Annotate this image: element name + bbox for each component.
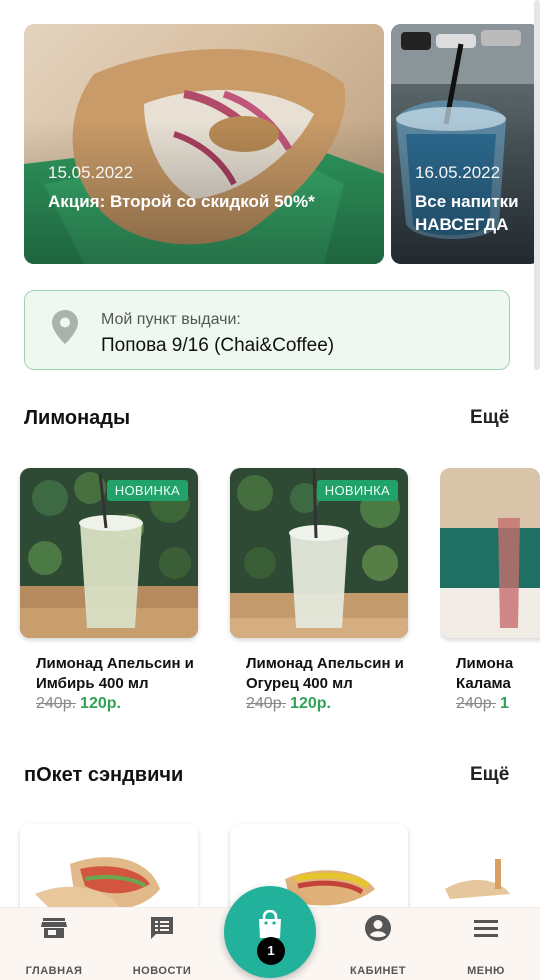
shopping-bag-icon (259, 910, 281, 938)
more-link-pocket-sandwiches[interactable]: Ещё (470, 764, 509, 786)
old-price: 240р. (246, 695, 287, 712)
new-badge: НОВИНКА (106, 480, 188, 501)
product-image: НОВИНКА (20, 468, 198, 638)
menu-icon (474, 920, 498, 937)
main-scroll[interactable]: 15.05.2022 Акция: Второй со скидкой 50%*… (0, 0, 540, 979)
product-name: Лимонад Апельсин и Огурец 400 мл (246, 654, 426, 694)
promo-date: 15.05.2022 (48, 163, 134, 182)
product-card[interactable]: Лимона Калама 240р. 1 (440, 468, 540, 728)
account-icon (365, 915, 391, 941)
pickup-label: Мой пункт выдачи: (101, 311, 241, 328)
product-name-line-1: Лимонад Апельсин и (246, 655, 404, 672)
current-price: 120р. (80, 695, 121, 712)
nav-label: КАБИНЕТ (350, 965, 406, 977)
product-name-line-1: Лимонад Апельсин и (36, 655, 194, 672)
map-pin-icon (52, 310, 78, 344)
product-price: 240р. 120р. (36, 695, 121, 713)
cart-count-badge: 1 (257, 937, 285, 965)
nav-cabinet[interactable]: КАБИНЕТ (324, 908, 432, 980)
lemonade-photo (440, 468, 540, 638)
promo-shade (24, 24, 384, 264)
old-price: 240р. (456, 695, 497, 712)
product-name: Лимона Калама (456, 654, 540, 694)
new-badge: НОВИНКА (316, 480, 398, 501)
scrollbar[interactable] (534, 0, 540, 370)
current-price: 120р. (290, 695, 331, 712)
pickup-address: Попова 9/16 (Chai&Coffee) (101, 335, 335, 356)
product-name-line-2: Калама (456, 675, 511, 692)
nav-label: МЕНЮ (467, 965, 505, 977)
section-title-lemonades: Лимонады (24, 407, 131, 429)
promo-title-line-1: Все напитки (415, 192, 519, 211)
nav-label: ГЛАВНАЯ (25, 965, 83, 977)
promo-title: Акция: Второй со скидкой 50%* (48, 192, 315, 211)
product-price: 240р. 1 (456, 695, 509, 713)
section-title-pocket-sandwiches: пОкет сэндвичи (24, 764, 184, 786)
nav-news[interactable]: НОВОСТИ (108, 908, 216, 980)
promo-banner-1[interactable]: 15.05.2022 Акция: Второй со скидкой 50%* (24, 24, 384, 264)
nav-label: НОВОСТИ (132, 965, 192, 977)
product-image (440, 468, 540, 638)
product-name-line-2: Имбирь 400 мл (36, 675, 149, 692)
promo-title-line-2: НАВСЕГДА (415, 215, 509, 234)
old-price: 240р. (36, 695, 77, 712)
product-price: 240р. 120р. (246, 695, 331, 713)
product-name: Лимонад Апельсин и Имбирь 400 мл (36, 654, 216, 694)
news-icon (151, 917, 173, 939)
more-link-lemonades[interactable]: Ещё (470, 407, 509, 429)
promo-title: Все напитки НАВСЕГДА (415, 190, 519, 236)
nav-home[interactable]: ГЛАВНАЯ (0, 908, 108, 980)
product-name-line-1: Лимона (456, 655, 514, 672)
promo-banner-2[interactable]: 16.05.2022 Все напитки НАВСЕГДА (391, 24, 540, 264)
current-price: 1 (500, 695, 509, 712)
store-icon (41, 918, 67, 938)
pickup-point-card[interactable]: Мой пункт выдачи: Попова 9/16 (Chai&Coff… (24, 290, 510, 370)
promo-date: 16.05.2022 (415, 163, 501, 182)
nav-menu[interactable]: МЕНЮ (432, 908, 540, 980)
product-name-line-2: Огурец 400 мл (246, 675, 353, 692)
product-image: НОВИНКА (230, 468, 408, 638)
